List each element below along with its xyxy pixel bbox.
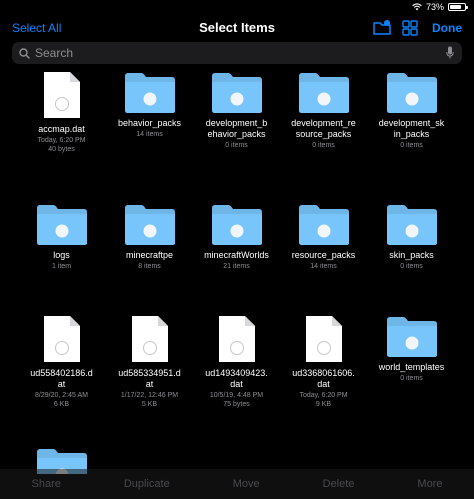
file-item[interactable]: ud1493409423. dat 10/5/19, 4:48 PM 75 byt… [193,308,280,409]
item-name: behavior_packs [117,118,182,128]
microphone-icon[interactable] [446,46,454,59]
folder-icon [386,205,437,245]
item-meta: 0 items [312,142,335,149]
document-icon [218,316,255,362]
item-name: ud585334951.d at [118,368,181,389]
file-item[interactable]: ud558402186.d at 8/29/20, 2:45 AM 6 KB [18,308,105,409]
item-meta: Today, 6:20 PM 9 KB [299,392,348,408]
item-name: logs [53,250,70,260]
item-name: accmap.dat [38,124,85,134]
item-name: ud3368061606. dat [292,368,355,389]
item-meta: 0 items [400,375,423,382]
search-icon [19,47,30,59]
folder-icon [211,73,262,113]
item-name: development_re source_packs [291,118,356,139]
search-placeholder: Search [35,46,74,60]
item-meta: Today, 6:20 PM 40 bytes [37,137,86,153]
item-meta: 14 items [310,263,337,270]
item-meta: 0 items [225,142,248,149]
item-name: minecraftpe [125,250,174,260]
status-bar: 73% [412,0,468,14]
folder-icon [124,205,175,245]
item-name: ud558402186.d at [30,368,93,389]
folder-icon [211,205,262,245]
file-grid: accmap.dat Today, 6:20 PM 40 bytes behavio… [0,64,474,474]
folder-item[interactable]: world_templates 0 items [368,308,455,383]
item-name: ud1493409423. dat [205,368,268,389]
file-item[interactable]: ud3368061606. dat Today, 6:20 PM 9 KB [280,308,367,409]
done-button[interactable]: Done [432,21,462,35]
item-name: skin_packs [389,250,434,260]
document-icon [43,316,80,362]
document-icon [43,72,80,118]
document-icon [131,316,168,362]
folder-icon [298,73,349,113]
item-name: minecraftWorlds [204,250,269,260]
share-button[interactable]: Share [32,478,61,490]
item-meta: 1/17/22, 12:46 PM 5 KB [120,392,179,408]
more-button[interactable]: More [417,478,442,490]
item-meta: 21 items [223,263,250,270]
folder-item[interactable]: minecraftpe 8 items [106,196,193,271]
item-name: world_templates [378,362,445,372]
item-meta: 0 items [400,263,423,270]
folder-item[interactable]: resource_packs 14 items [280,196,367,271]
move-button[interactable]: Move [233,478,260,490]
file-item[interactable]: ud585334951.d at 1/17/22, 12:46 PM 5 KB [106,308,193,409]
search-input[interactable]: Search [12,42,462,64]
item-meta: 14 items [136,131,163,138]
folder-icon [36,205,87,245]
navigation-bar: Select All Select Items Done [0,14,474,42]
folder-item[interactable]: logs 1 item [18,196,105,271]
folder-item[interactable]: development_sk in_packs 0 items [368,64,455,150]
folder-item[interactable]: behavior_packs 14 items [106,64,193,139]
folder-icon [124,73,175,113]
grid-view-icon[interactable] [400,19,420,37]
item-name: development_b ehavior_packs [205,118,268,139]
bottom-toolbar: Share Duplicate Move Delete More [0,469,474,499]
folder-item[interactable]: development_re source_packs 0 items [280,64,367,150]
folder-icon [298,205,349,245]
item-name: development_sk in_packs [378,118,445,139]
item-meta: 1 item [51,263,72,270]
folder-item[interactable]: minecraftWorlds 21 items [193,196,280,271]
duplicate-button[interactable]: Duplicate [124,478,170,490]
folder-icon [386,317,437,357]
item-meta: 8 items [138,263,161,270]
item-meta: 10/5/19, 4:48 PM 75 bytes [209,392,264,408]
wifi-icon [412,3,422,11]
file-item[interactable]: accmap.dat Today, 6:20 PM 40 bytes [18,64,105,154]
folder-icon [386,73,437,113]
item-meta: 0 items [400,142,423,149]
battery-icon [448,3,468,11]
battery-percent: 73% [425,2,444,12]
item-meta: 8/29/20, 2:45 AM 6 KB [35,392,88,408]
folder-item[interactable]: skin_packs 0 items [368,196,455,271]
document-icon [305,316,342,362]
item-name: resource_packs [291,250,356,260]
new-folder-icon[interactable] [372,19,392,37]
delete-button[interactable]: Delete [323,478,355,490]
folder-item[interactable]: development_b ehavior_packs 0 items [193,64,280,150]
